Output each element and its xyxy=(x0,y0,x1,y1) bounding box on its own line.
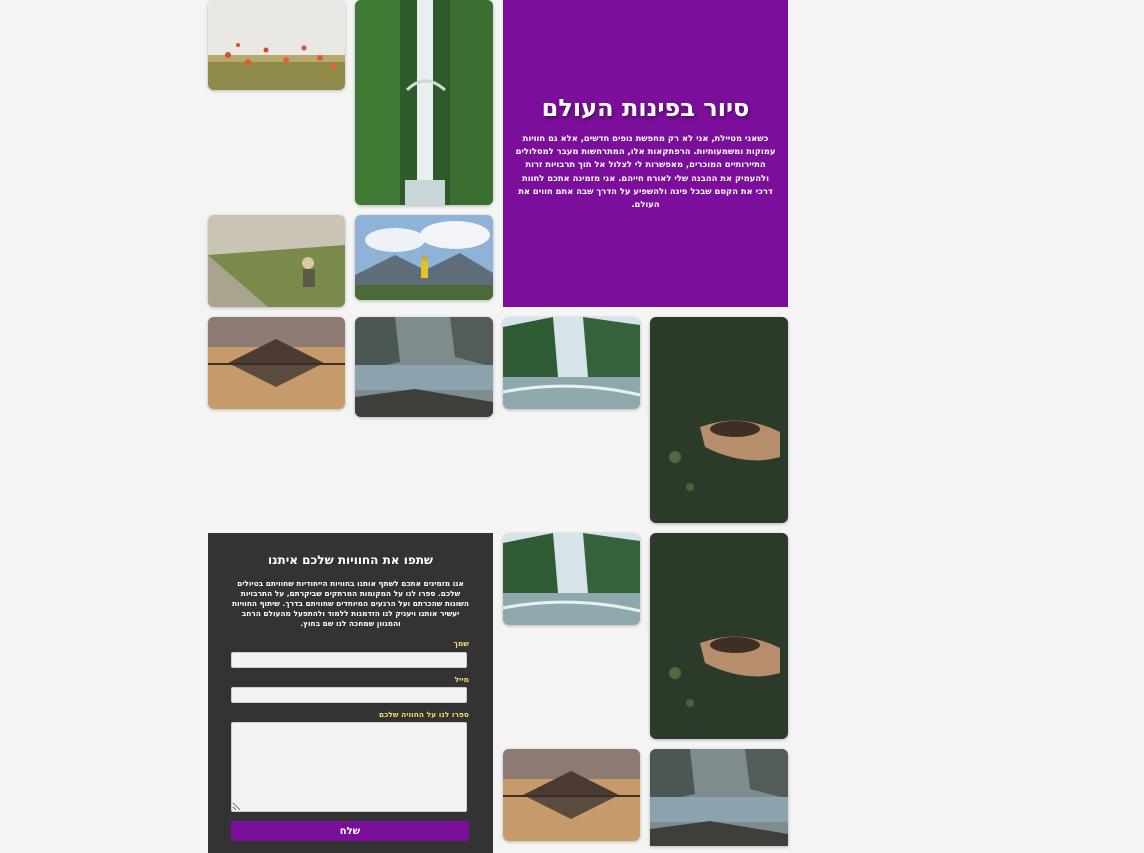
volcano-image xyxy=(503,749,640,841)
form-intro: אנו מזמינים אתכם לשתף אותנו בחוויות הייח… xyxy=(232,579,469,628)
email-label: מייל xyxy=(454,675,469,684)
message-textarea[interactable] xyxy=(231,722,467,812)
hands-soil-image xyxy=(650,533,788,739)
hero-text: כשאני מטיילת, אני לא רק מחפשת נופים חדשי… xyxy=(515,133,776,210)
name-field[interactable] xyxy=(231,652,467,668)
photo-forest-river[interactable] xyxy=(503,317,640,409)
photo-hiker-mountains[interactable] xyxy=(355,215,493,300)
poppy-field-image xyxy=(208,0,345,90)
email-field[interactable] xyxy=(231,687,467,703)
name-label: שמך xyxy=(453,639,469,648)
mountain-lake-image xyxy=(355,317,493,417)
message-label: ספרו לנו על החוויה שלכם xyxy=(378,710,469,719)
photo-poppy-field[interactable] xyxy=(208,0,345,90)
photo-forest-river-2[interactable] xyxy=(503,533,640,625)
mountain-lake-image xyxy=(650,749,788,846)
photo-mountain-lake-2[interactable] xyxy=(650,749,788,846)
photo-hands-soil[interactable] xyxy=(650,317,788,523)
photo-waterfall[interactable] xyxy=(355,0,493,205)
photo-mountain-lake[interactable] xyxy=(355,317,493,417)
share-experience-form: שתפו את החוויות שלכם איתנו אנו מזמינים א… xyxy=(208,533,493,853)
forest-river-image xyxy=(503,317,640,409)
volcano-image xyxy=(208,317,345,409)
form-title: שתפו את החוויות שלכם איתנו xyxy=(267,553,434,567)
hero-title: סיור בפינות העולם xyxy=(541,94,750,122)
submit-button[interactable]: שלח xyxy=(231,821,469,841)
coast-image xyxy=(208,215,345,307)
hands-soil-image xyxy=(650,317,788,523)
photo-volcano-reflection-2[interactable] xyxy=(503,749,640,841)
photo-volcano-reflection[interactable] xyxy=(208,317,345,409)
forest-river-image xyxy=(503,533,640,625)
hero-panel: סיור בפינות העולם כשאני מטיילת, אני לא ר… xyxy=(503,0,788,307)
hiker-image xyxy=(355,215,493,300)
waterfall-image xyxy=(355,0,493,205)
photo-coast-woman[interactable] xyxy=(208,215,345,307)
photo-hands-soil-2[interactable] xyxy=(650,533,788,739)
